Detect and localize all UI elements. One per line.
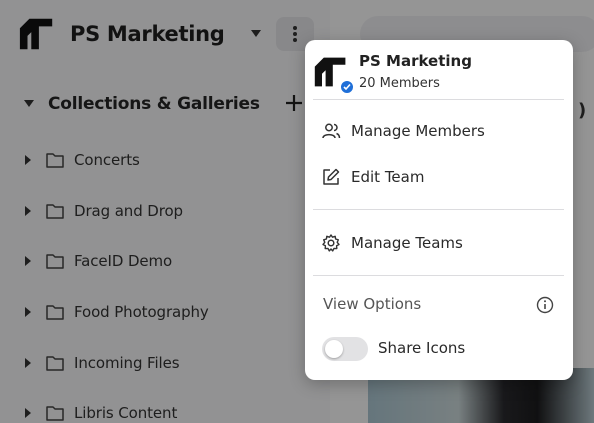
share-icons-label: Share Icons [378,339,466,357]
menu-item-label: Manage Teams [351,234,463,252]
menu-item-manage-members[interactable]: Manage Members [321,117,557,145]
verified-icon [339,79,355,95]
member-count: 20 Members [359,76,440,91]
divider [313,209,564,210]
menu-team-name: PS Marketing [359,52,472,70]
edit-icon [323,168,340,185]
divider [313,275,564,276]
menu-team-header: PS Marketing 20 Members [313,52,563,95]
menu-item-manage-teams[interactable]: Manage Teams [321,229,557,257]
share-icons-toggle[interactable] [322,337,368,361]
menu-item-edit-team[interactable]: Edit Team [321,163,557,191]
divider [313,99,564,100]
menu-item-label: Edit Team [351,168,425,186]
gear-icon [322,234,340,252]
toggle-knob [325,340,343,358]
menu-item-label: Manage Members [351,122,485,140]
users-icon [322,123,341,139]
view-options-label: View Options [323,295,422,313]
info-icon[interactable] [536,296,554,314]
team-menu: PS Marketing 20 Members Manage Members E… [305,40,573,380]
